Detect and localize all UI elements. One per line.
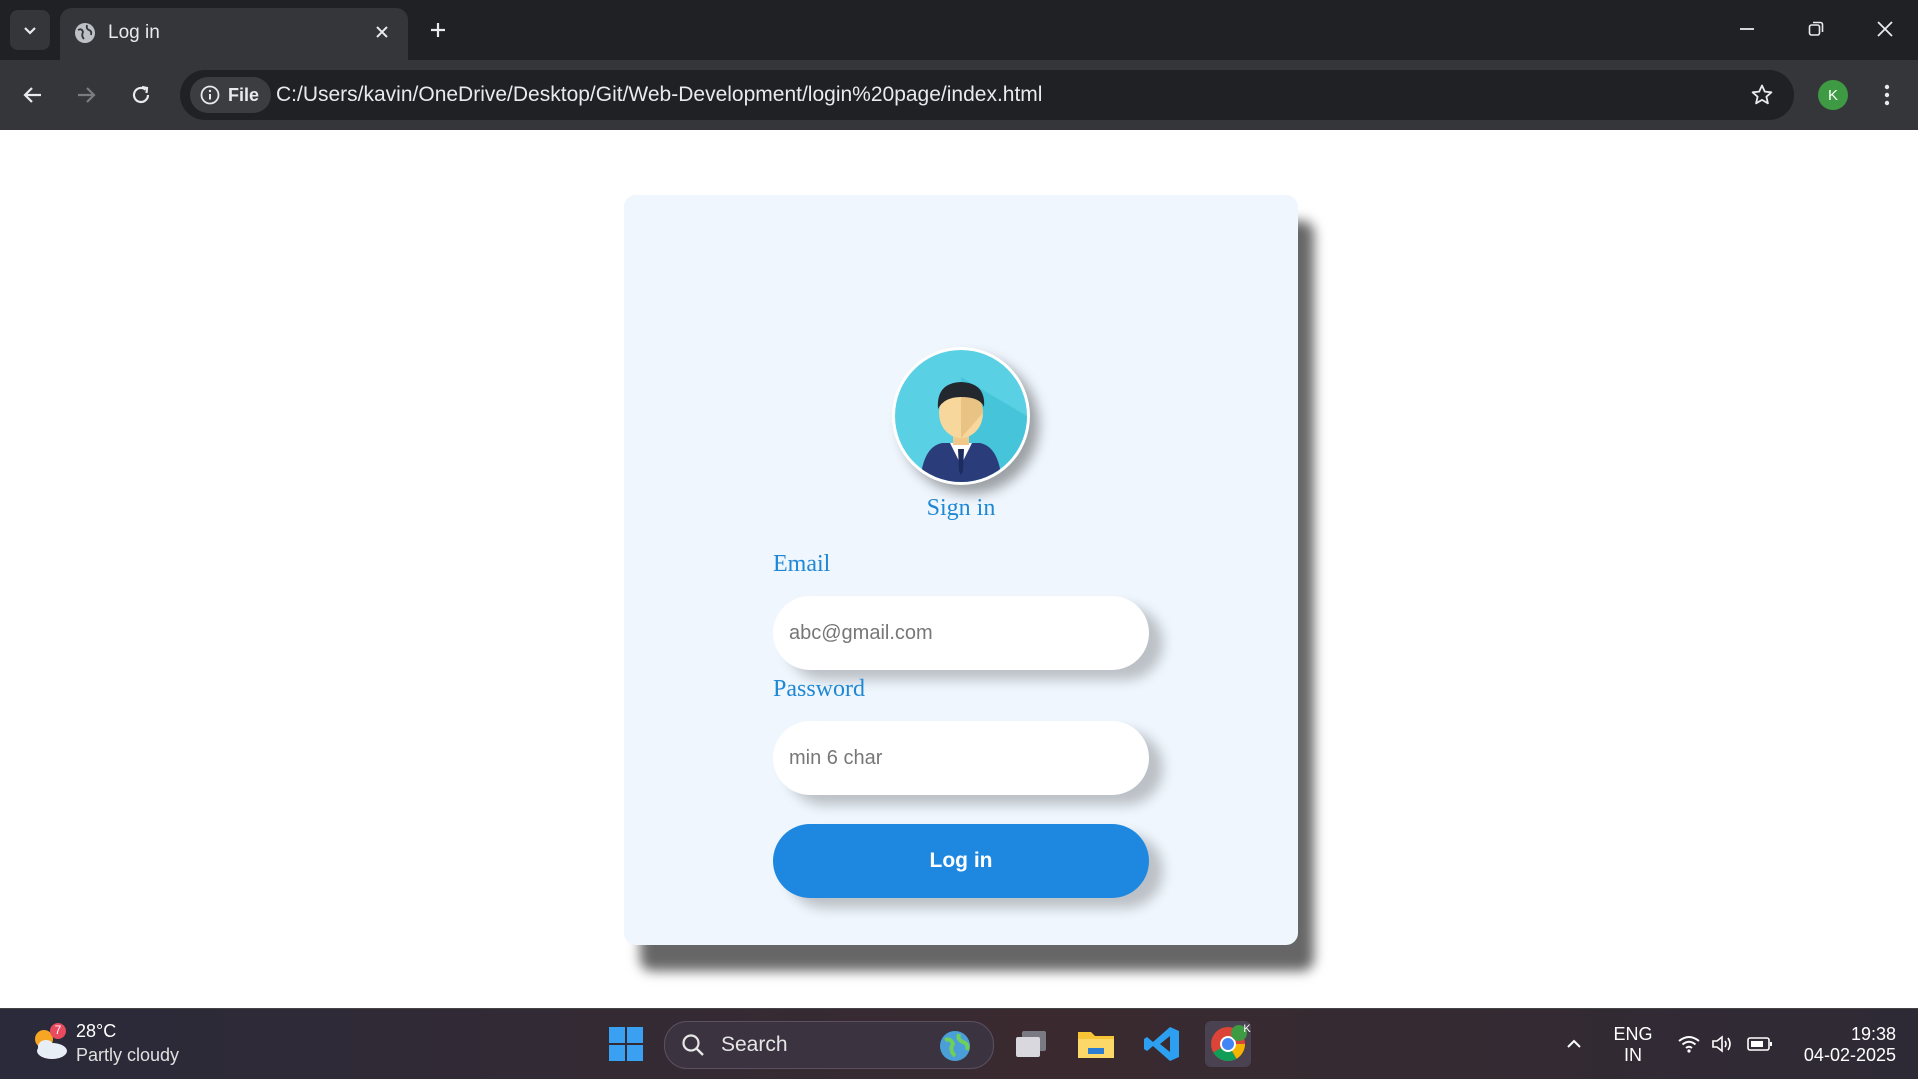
partly-cloudy-icon: [35, 1023, 67, 1059]
back-button[interactable]: [14, 76, 52, 114]
weather-temperature: 28°C: [76, 1021, 117, 1041]
clock-date: 04-02-2025: [1803, 1045, 1896, 1065]
tab-strip: Log in: [0, 0, 1918, 60]
vscode-button[interactable]: [1139, 1021, 1185, 1067]
language-code: ENG: [1613, 1024, 1653, 1044]
weather-badge: 7: [54, 1023, 62, 1037]
wifi-status[interactable]: [1670, 1021, 1708, 1067]
folder-icon: [1078, 1032, 1114, 1058]
windows-taskbar: 7 28°C Partly cloudy Search K ENG IN 19:…: [0, 1008, 1918, 1079]
arrow-left-icon: [23, 87, 41, 103]
battery-icon: [1747, 1037, 1772, 1051]
taskbar-search[interactable]: Search: [664, 1021, 994, 1069]
chrome-button[interactable]: K: [1205, 1021, 1251, 1067]
weather-description: Partly cloudy: [76, 1045, 180, 1065]
globe-icon: [75, 23, 95, 43]
address-bar[interactable]: File C:/Users/kavin/OneDrive/Desktop/Git…: [180, 70, 1794, 120]
restore-icon: [1808, 21, 1824, 36]
windows-logo-icon: [609, 1027, 643, 1061]
battery-status[interactable]: [1740, 1021, 1780, 1067]
sign-in-heading: Sign in: [926, 495, 996, 521]
minimize-button[interactable]: [1724, 8, 1770, 50]
tab-search-button[interactable]: [10, 10, 50, 50]
site-info-chip[interactable]: File: [190, 77, 272, 113]
user-avatar: [892, 347, 1030, 485]
info-icon: [200, 85, 220, 105]
plus-icon: [431, 23, 445, 37]
task-view-button[interactable]: [1008, 1021, 1054, 1067]
wifi-icon: [1678, 1036, 1700, 1053]
arrow-right-icon: [78, 87, 96, 103]
star-icon: [1751, 84, 1773, 105]
volume-status[interactable]: [1704, 1021, 1742, 1067]
browser-menu-button[interactable]: [1874, 78, 1900, 112]
new-tab-button[interactable]: [420, 12, 456, 48]
show-hidden-icons-button[interactable]: [1558, 1021, 1590, 1067]
close-icon: [1877, 21, 1893, 37]
close-icon: [376, 26, 388, 38]
weather-widget[interactable]: 7: [28, 1021, 72, 1065]
password-label: Password: [773, 676, 866, 702]
url-text[interactable]: C:/Users/kavin/OneDrive/Desktop/Git/Web-…: [276, 83, 1042, 107]
login-button[interactable]: Log in: [773, 824, 1149, 898]
vscode-icon: [1144, 1027, 1179, 1061]
globe-highlight-icon: [940, 1031, 970, 1061]
businessman-avatar-icon: [895, 350, 1027, 482]
task-view-icon: [1016, 1031, 1046, 1057]
minimize-icon: [1740, 28, 1754, 30]
tab-active[interactable]: Log in: [60, 8, 408, 60]
profile-initial: K: [1827, 86, 1838, 104]
chevron-down-icon: [24, 27, 36, 35]
close-window-button[interactable]: [1862, 8, 1908, 50]
clock[interactable]: 19:38 04-02-2025: [1786, 1024, 1896, 1066]
email-label: Email: [773, 551, 831, 577]
search-label: Search: [721, 1033, 788, 1056]
search-icon: [682, 1034, 704, 1056]
reload-button[interactable]: [122, 76, 160, 114]
site-info-label: File: [228, 84, 260, 105]
password-field[interactable]: [773, 721, 1149, 795]
region-code: IN: [1624, 1045, 1642, 1065]
clock-time: 19:38: [1850, 1024, 1896, 1044]
email-field[interactable]: [773, 596, 1149, 670]
forward-button[interactable]: [67, 76, 105, 114]
login-card: Sign in Email Password Log in: [624, 195, 1298, 945]
bookmark-button[interactable]: [1748, 81, 1776, 109]
reload-icon: [132, 85, 150, 104]
speaker-icon: [1712, 1035, 1731, 1053]
language-indicator[interactable]: ENG IN: [1606, 1024, 1660, 1066]
restore-button[interactable]: [1793, 8, 1839, 50]
close-tab-button[interactable]: [368, 18, 396, 46]
more-vert-icon: [1884, 84, 1890, 106]
tab-title: Log in: [108, 22, 160, 43]
chevron-up-icon: [1567, 1039, 1581, 1048]
browser-toolbar: File C:/Users/kavin/OneDrive/Desktop/Git…: [0, 60, 1918, 130]
file-explorer-button[interactable]: [1073, 1021, 1119, 1067]
chrome-profile-badge: K: [1243, 1023, 1251, 1035]
start-button[interactable]: [603, 1021, 649, 1067]
profile-avatar-button[interactable]: K: [1818, 80, 1848, 110]
